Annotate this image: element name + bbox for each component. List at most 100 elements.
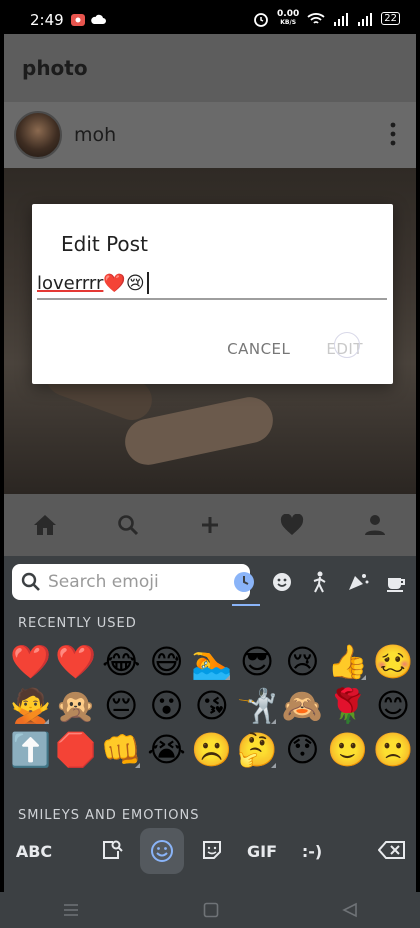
emoji-key[interactable]: ❤️ <box>8 640 53 684</box>
emoji-key[interactable]: 😔 <box>99 684 144 728</box>
screen-record-icon <box>71 14 85 26</box>
text-caret <box>146 272 149 294</box>
edit-post-input[interactable]: loverrrr ❤️😢 <box>37 268 387 300</box>
emoji-key[interactable]: 👍 <box>325 640 370 684</box>
emoji-key[interactable]: 😅 <box>144 640 189 684</box>
emoji-tab-button[interactable] <box>140 828 184 874</box>
battery-icon: 22 <box>381 12 400 25</box>
bottom-nav <box>4 494 416 556</box>
emoji-key[interactable]: 🛑 <box>53 728 98 772</box>
add-icon <box>201 517 218 533</box>
nav-home[interactable] <box>30 510 60 540</box>
keyboard-bottom-bar: ABC GIF :-) <box>4 826 416 876</box>
emoticon-button[interactable]: :-) <box>294 836 330 866</box>
edit-button[interactable]: EDIT <box>326 332 363 358</box>
clock-icon <box>234 572 254 592</box>
emoji-key[interactable]: 🥴 <box>370 640 415 684</box>
emoji-key[interactable]: 😯 <box>280 728 325 772</box>
abc-button[interactable]: ABC <box>16 836 52 866</box>
search-placeholder: Search emoji <box>48 572 159 592</box>
tab-people[interactable] <box>306 566 334 598</box>
emoji-key[interactable]: ☹️ <box>189 728 234 772</box>
net-speed: 0.00 KB/S <box>277 10 299 27</box>
emoji-key[interactable]: 😘 <box>189 684 234 728</box>
emoji-grid: ❤️ ❤️ 😂 😅 🏊 😎 😢 👍 🥴 🙅 🙊 😔 😮 😘 🤺 🙈 🌹 😊 ⬆️… <box>8 640 416 772</box>
backspace-icon <box>378 841 405 859</box>
recents-icon[interactable] <box>62 903 80 917</box>
dialog-title: Edit Post <box>61 232 148 256</box>
emoji-key[interactable]: 🤺 <box>234 684 279 728</box>
emoji-key[interactable]: 🙅 <box>8 684 53 728</box>
smileys-section-label: SMILEYS AND EMOTIONS <box>18 808 200 823</box>
wifi-icon <box>307 12 325 24</box>
home-icon <box>34 515 57 535</box>
app-title: photo <box>22 56 88 80</box>
cloud-icon <box>91 14 106 24</box>
post-username[interactable]: moh <box>74 124 116 146</box>
signal-icon-2 <box>358 12 373 26</box>
sticker-button[interactable] <box>196 834 228 866</box>
emoji-key[interactable]: 🏊 <box>189 640 234 684</box>
coffee-icon <box>387 578 405 592</box>
emoji-key[interactable]: ⬆️ <box>8 728 53 772</box>
person-icon <box>364 515 385 535</box>
image-search-button[interactable] <box>96 834 128 866</box>
signal-icon <box>334 12 349 26</box>
avatar[interactable] <box>14 111 62 159</box>
emoji-key[interactable]: 🙊 <box>53 684 98 728</box>
emoji-key[interactable]: 😎 <box>234 640 279 684</box>
nav-profile[interactable] <box>360 510 390 540</box>
heart-icon <box>281 514 304 535</box>
screen-edge-right <box>416 34 420 892</box>
emoji-key[interactable]: 🙁 <box>370 728 415 772</box>
input-text: loverrrr <box>37 272 104 294</box>
cancel-button[interactable]: CANCEL <box>227 340 290 358</box>
search-icon <box>117 515 138 536</box>
post-header: moh <box>4 102 416 168</box>
emoji-key[interactable]: 😂 <box>99 640 144 684</box>
alarm-icon <box>254 12 268 27</box>
image-search-icon <box>103 840 123 859</box>
emoji-key[interactable]: ❤️ <box>53 640 98 684</box>
smiley-icon <box>273 573 291 591</box>
dialog-actions: CANCEL EDIT <box>227 332 363 358</box>
emoji-key[interactable]: 😭 <box>144 728 189 772</box>
party-icon <box>349 574 369 590</box>
net-speed-unit: KB/S <box>280 19 297 26</box>
back-icon[interactable] <box>342 902 358 918</box>
recently-used-label: RECENTLY USED <box>18 616 137 631</box>
backspace-button[interactable] <box>374 834 410 866</box>
tab-food[interactable] <box>382 566 410 598</box>
sticker-icon <box>203 841 221 859</box>
emoji-search-input[interactable]: Search emoji <box>12 564 250 600</box>
emoji-key[interactable]: 🤔 <box>234 728 279 772</box>
emoji-key[interactable]: 🙈 <box>280 684 325 728</box>
more-vert-icon[interactable] <box>390 122 396 146</box>
emoji-key[interactable]: 😊 <box>370 684 415 728</box>
emoji-category-tabs <box>230 566 420 598</box>
emoji-keyboard: Search emoji RECENTLY USED ❤️ ❤️ 😂 😅 🏊 😎… <box>4 556 416 892</box>
nav-add[interactable] <box>195 510 225 540</box>
status-right: 0.00 KB/S 22 <box>253 10 400 27</box>
emoji-key[interactable]: 🌹 <box>325 684 370 728</box>
system-nav-bar <box>0 892 420 928</box>
tab-indicator <box>232 604 260 606</box>
gif-button[interactable]: GIF <box>242 836 282 866</box>
status-time: 2:49 <box>30 11 64 29</box>
tab-recent[interactable] <box>230 566 258 598</box>
person-walking-icon <box>313 571 326 593</box>
emoji-key[interactable]: 😮 <box>144 684 189 728</box>
emoji-icon <box>151 840 173 862</box>
edit-post-dialog: Edit Post loverrrr ❤️😢 CANCEL EDIT <box>32 204 393 384</box>
tab-smileys[interactable] <box>268 566 296 598</box>
emoji-key[interactable]: 🙂 <box>325 728 370 772</box>
emoji-key[interactable]: 👊 <box>99 728 144 772</box>
nav-search[interactable] <box>113 510 143 540</box>
tab-activities[interactable] <box>344 566 372 598</box>
home-button-icon[interactable] <box>203 902 219 918</box>
nav-favorite[interactable] <box>277 510 307 540</box>
net-speed-value: 0.00 <box>277 9 300 19</box>
emoji-key[interactable]: 😢 <box>280 640 325 684</box>
search-icon <box>21 572 40 591</box>
input-emojis: ❤️😢 <box>103 272 145 294</box>
